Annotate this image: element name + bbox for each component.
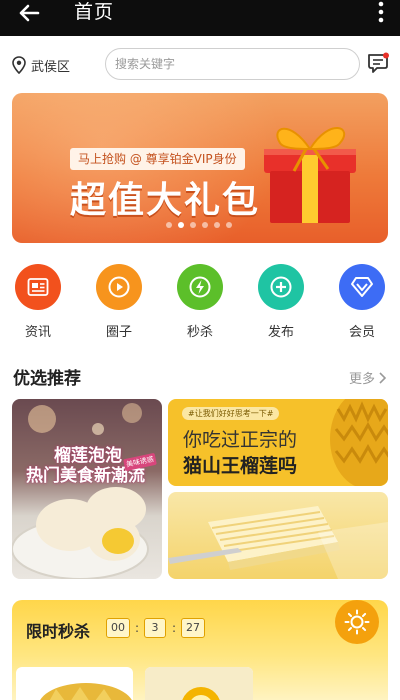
diamond-icon — [351, 277, 373, 297]
recommend-card-durian-puff[interactable]: 榴莲泡泡 热门美食新潮流 美味诱惑 — [12, 399, 162, 579]
crepe-cake-image — [168, 506, 388, 579]
gift-box-icon — [264, 127, 356, 223]
carousel-dot[interactable] — [214, 222, 220, 228]
circle-icon — [108, 276, 130, 298]
flash-icon — [189, 276, 211, 298]
chevron-right-icon — [379, 371, 386, 384]
menu-item-circle[interactable]: 圈子 — [89, 264, 149, 340]
flash-product-card[interactable] — [16, 667, 133, 700]
menu-label: 会员 — [348, 325, 375, 340]
flash-sale-section: 限时秒杀 00 : 3 : 27 — [12, 600, 388, 700]
carousel-dots[interactable] — [166, 222, 232, 228]
menu-item-publish[interactable]: 发布 — [251, 264, 311, 340]
flash-sale-title: 限时秒杀 — [26, 622, 91, 641]
search-input[interactable] — [106, 49, 359, 79]
menu-item-member[interactable]: 会员 — [332, 264, 392, 340]
sun-icon — [344, 609, 370, 635]
promo-banner[interactable]: 马上抢购 @ 尊享铂金VIP身份 超值大礼包 — [12, 93, 388, 243]
card-headline-2: 猫山王榴莲吗 — [183, 455, 298, 477]
plus-icon — [270, 276, 292, 298]
banner-subtitle: 马上抢购 @ 尊享铂金VIP身份 — [70, 148, 245, 170]
flash-product-card[interactable] — [145, 667, 253, 700]
countdown-separator: : — [172, 621, 177, 635]
countdown-seconds: 27 — [181, 618, 205, 638]
flash-sale-badge[interactable] — [335, 600, 379, 644]
topic-pill: #让我们好好思考一下# — [182, 407, 280, 420]
top-bar: 首页 — [0, 0, 400, 36]
page-title: 首页 — [74, 1, 115, 23]
menu-label: 秒杀 — [186, 325, 213, 340]
carousel-dot[interactable] — [178, 222, 184, 228]
menu-icon-bg — [177, 264, 223, 310]
menu-label: 发布 — [267, 325, 294, 340]
recommend-card-durian-question[interactable]: #让我们好好思考一下# 你吃过正宗的 猫山王榴莲吗 — [168, 399, 388, 486]
product-image — [40, 683, 132, 700]
countdown-separator: : — [135, 621, 140, 635]
search-box[interactable] — [105, 48, 360, 80]
countdown-hours: 00 — [106, 618, 130, 638]
menu-item-news[interactable]: 资讯 — [8, 264, 68, 340]
banner-headline: 超值大礼包 — [70, 180, 261, 221]
menu-item-flash-sale[interactable]: 秒杀 — [170, 264, 230, 340]
location-label: 武侯区 — [31, 59, 71, 75]
section-title-recommend: 优选推荐 — [13, 369, 81, 389]
location-selector[interactable]: 武侯区 — [12, 55, 70, 75]
menu-icon-bg — [96, 264, 142, 310]
more-label: 更多 — [348, 372, 375, 387]
quick-menu: 资讯 圈子 秒杀 发布 会员 — [0, 264, 400, 344]
news-icon — [27, 278, 49, 296]
card-headline-1: 你吃过正宗的 — [183, 429, 298, 451]
menu-label: 圈子 — [105, 325, 132, 340]
product-image — [145, 667, 253, 700]
carousel-dot[interactable] — [190, 222, 196, 228]
carousel-dot[interactable] — [226, 222, 232, 228]
menu-label: 资讯 — [24, 325, 51, 340]
carousel-dot[interactable] — [166, 222, 172, 228]
countdown-minutes: 3 — [144, 618, 166, 638]
arrow-left-icon[interactable] — [14, 0, 44, 28]
message-icon[interactable] — [366, 52, 390, 74]
menu-icon-bg — [15, 264, 61, 310]
location-pin-icon — [12, 56, 26, 74]
menu-icon-bg — [339, 264, 385, 310]
dessert-image — [12, 403, 149, 579]
more-vertical-icon[interactable] — [374, 0, 388, 28]
durian-image — [330, 399, 388, 486]
menu-icon-bg — [258, 264, 304, 310]
header: 武侯区 — [0, 36, 400, 90]
carousel-dot[interactable] — [202, 222, 208, 228]
recommend-card-crepe-cake[interactable] — [168, 492, 388, 579]
more-link[interactable]: 更多 — [349, 368, 386, 387]
